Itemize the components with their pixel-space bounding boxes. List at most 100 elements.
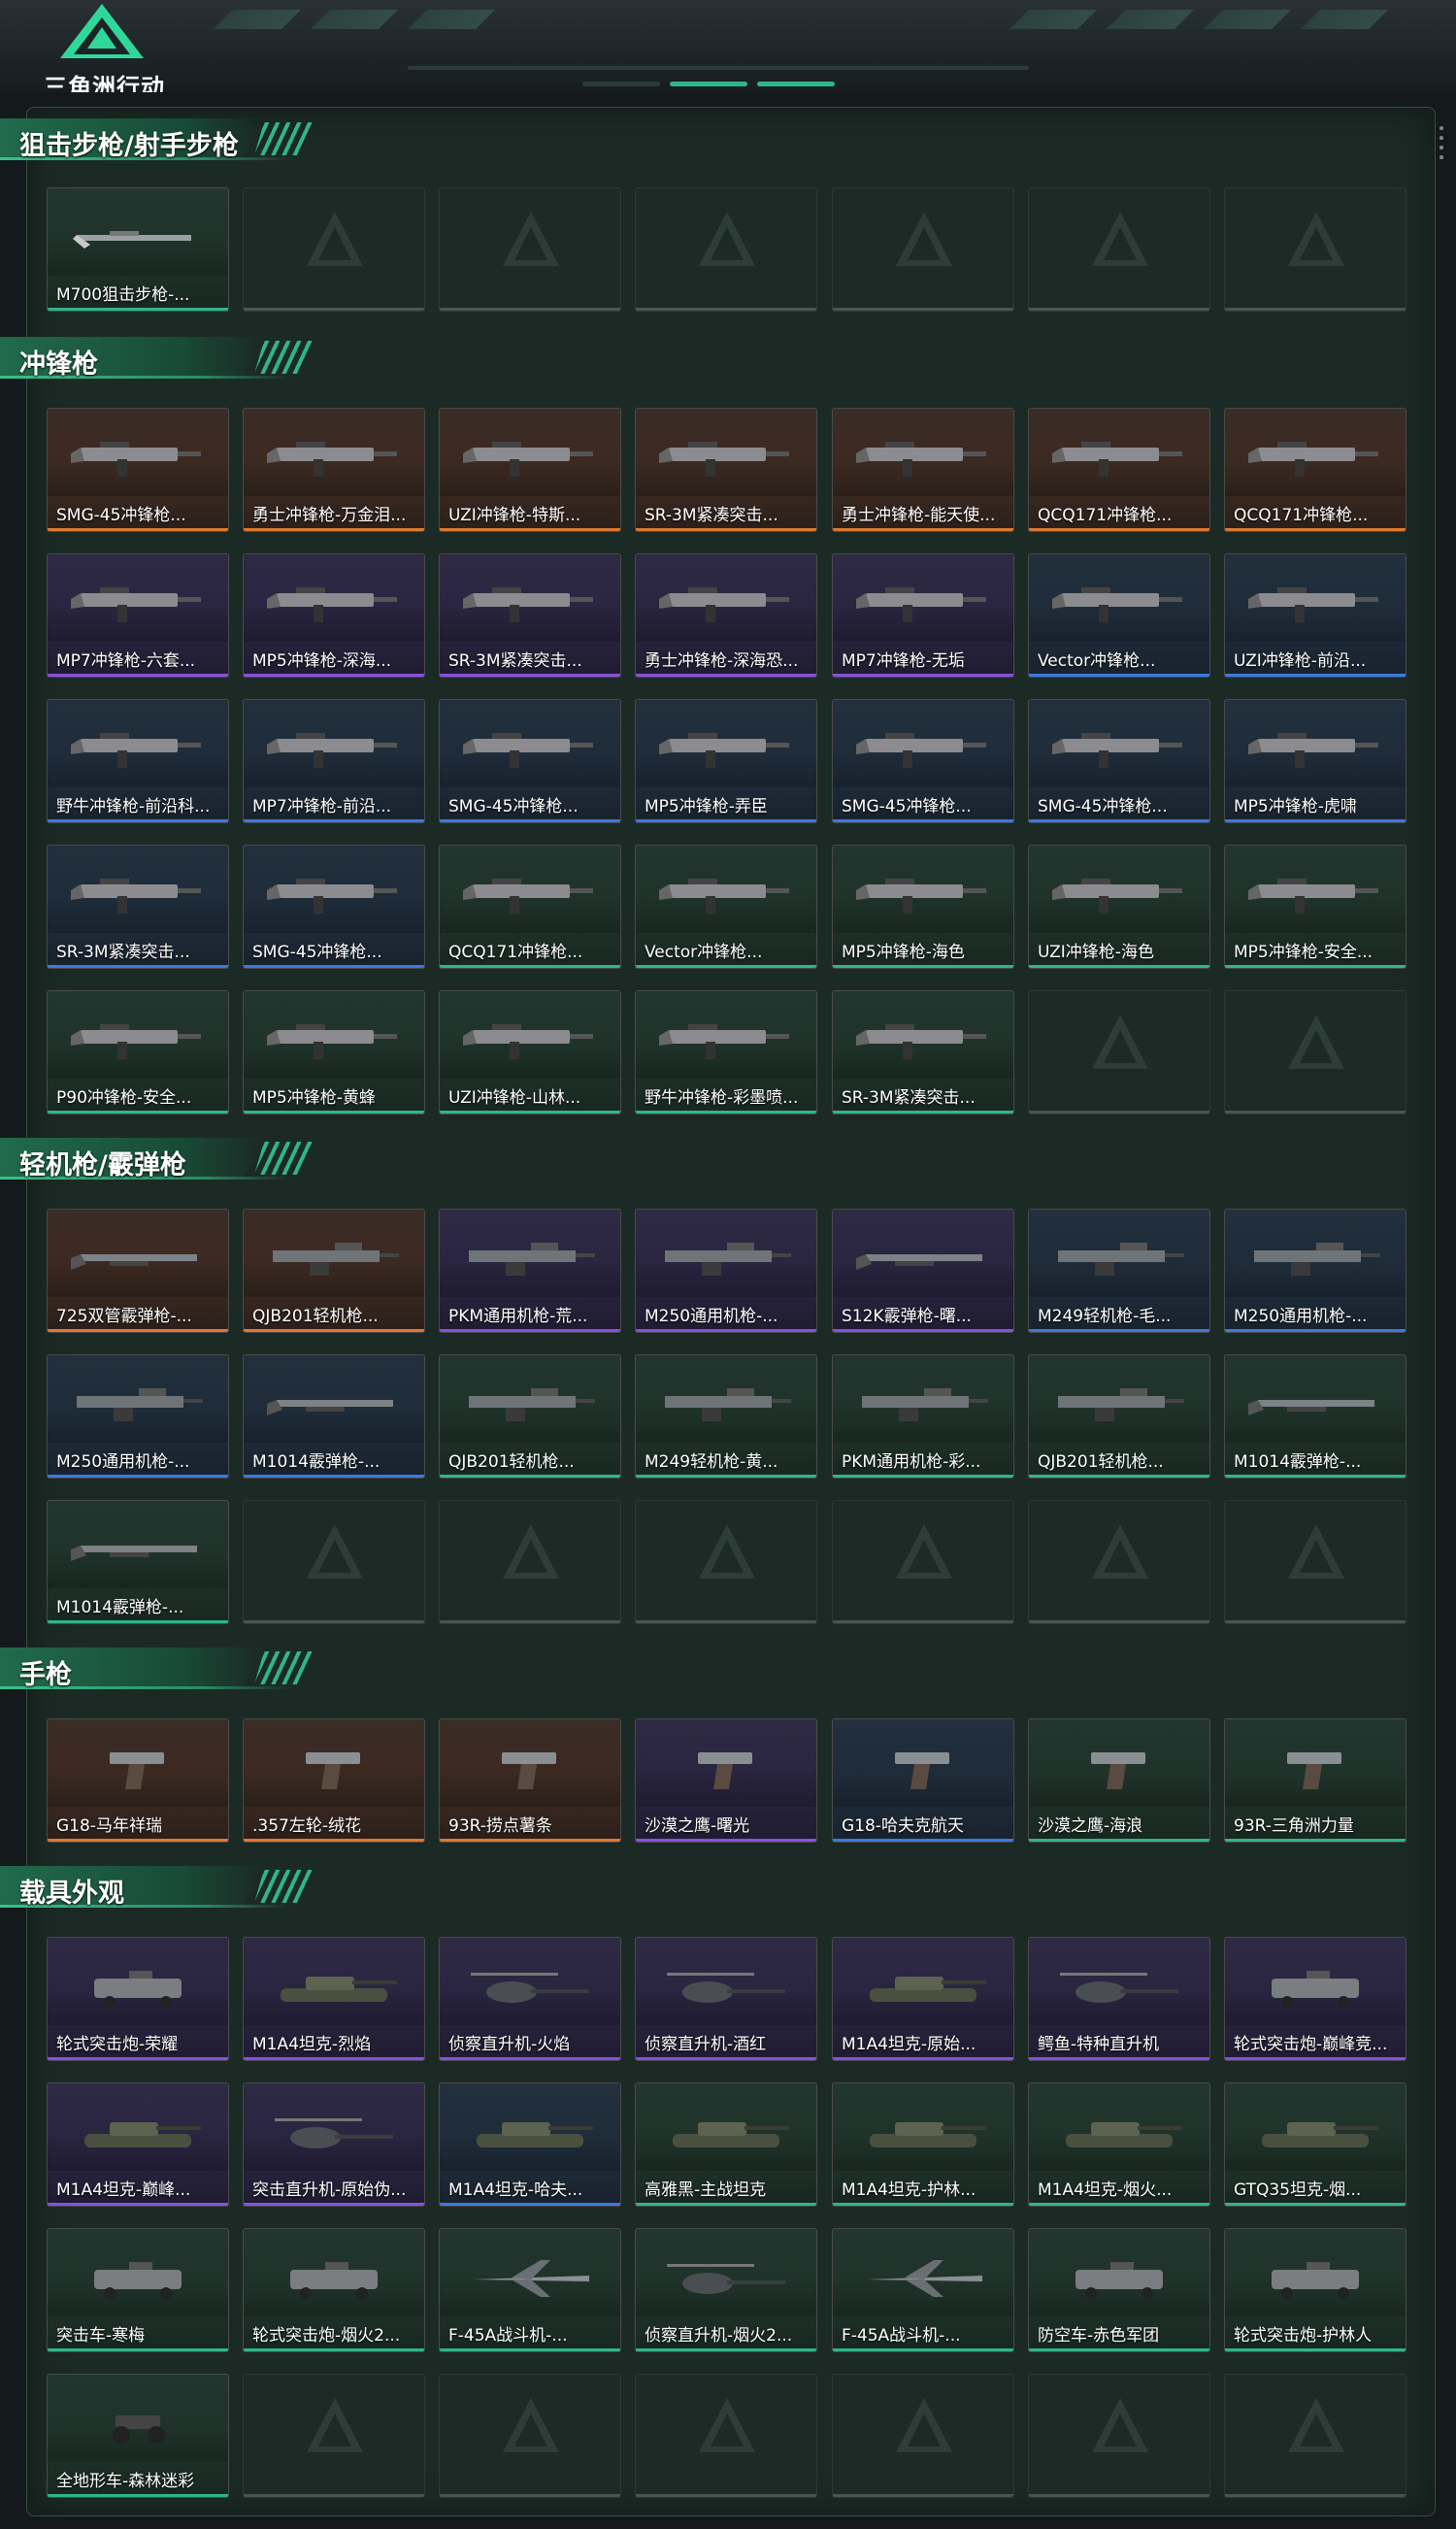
collection-item-card[interactable]: 侦察直升机-酒红 (635, 1937, 817, 2061)
collection-item-card[interactable]: Vector冲锋枪... (635, 845, 817, 969)
collection-item-card[interactable]: SMG-45冲锋枪... (439, 699, 621, 823)
collection-item-card[interactable]: 93R-三角洲力量 (1224, 1718, 1406, 1843)
collection-item-card[interactable]: SMG-45冲锋枪... (47, 408, 229, 532)
collection-item-card[interactable]: M249轻机枪-毛... (1028, 1209, 1210, 1333)
item-name: QCQ171冲锋枪... (1038, 506, 1173, 525)
collection-item-card[interactable]: 突击直升机-原始伪... (243, 2082, 425, 2207)
collection-item-card[interactable]: M1014霰弹枪-... (47, 1500, 229, 1624)
collection-item-card[interactable]: MP5冲锋枪-深海... (243, 553, 425, 678)
collection-item-card[interactable]: SR-3M紧凑突击... (832, 990, 1014, 1115)
collection-item-card[interactable]: 防空车-赤色军团 (1028, 2228, 1210, 2352)
item-name: M1014霰弹枪-... (1234, 1452, 1362, 1472)
collection-item-card[interactable]: MP7冲锋枪-前沿... (243, 699, 425, 823)
collection-item-card[interactable]: QJB201轻机枪... (1028, 1354, 1210, 1479)
delta-watermark-icon (1288, 2398, 1344, 2452)
collection-item-card[interactable]: 沙漠之鹰-曙光 (635, 1718, 817, 1843)
collection-item-card[interactable]: 轮式突击炮-荣耀 (47, 1937, 229, 2061)
collection-item-card[interactable]: 725双管霰弹枪-... (47, 1209, 229, 1333)
collection-item-card[interactable]: UZI冲锋枪-前沿... (1224, 553, 1406, 678)
collection-item-card[interactable]: M1014霰弹枪-... (1224, 1354, 1406, 1479)
collection-item-card[interactable]: M700狙击步枪-... (47, 187, 229, 312)
rarity-bar (48, 2203, 228, 2206)
item-name: QJB201轻机枪... (252, 1307, 379, 1326)
tank-icon (1066, 2122, 1182, 2147)
collection-item-card[interactable]: M1A4坦克-烟火... (1028, 2082, 1210, 2207)
collection-item-card[interactable]: M1A4坦克-护林... (832, 2082, 1014, 2207)
collection-item-card[interactable]: QCQ171冲锋枪... (439, 845, 621, 969)
collection-item-card[interactable]: F-45A战斗机-... (439, 2228, 621, 2352)
collection-item-card[interactable]: 轮式突击炮-巅峰竞... (1224, 1937, 1406, 2061)
collection-item-card[interactable]: 沙漠之鹰-海浪 (1028, 1718, 1210, 1843)
collection-item-card[interactable]: M250通用机枪-... (635, 1209, 817, 1333)
collection-item-card[interactable]: 鳄鱼-特种直升机 (1028, 1937, 1210, 2061)
item-name: M249轻机枪-毛... (1038, 1307, 1172, 1326)
collection-item-card[interactable]: MP7冲锋枪-六套... (47, 553, 229, 678)
collection-item-card[interactable]: 勇士冲锋枪-能天使... (832, 408, 1014, 532)
rarity-bar (48, 965, 228, 968)
collection-item-card[interactable]: MP7冲锋枪-无垢 (832, 553, 1014, 678)
collection-item-card[interactable]: 轮式突击炮-烟火2... (243, 2228, 425, 2352)
item-name: MP7冲锋枪-六套... (56, 651, 196, 671)
collection-item-card[interactable]: QJB201轻机枪... (439, 1354, 621, 1479)
collection-item-card[interactable]: SR-3M紧凑突击... (47, 845, 229, 969)
collection-item-card[interactable]: SMG-45冲锋枪... (1028, 699, 1210, 823)
top-banner: 三角洲行动 (0, 0, 1456, 92)
collection-item-card[interactable]: Vector冲锋枪... (1028, 553, 1210, 678)
collection-item-card[interactable]: 轮式突击炮-护林人 (1224, 2228, 1406, 2352)
collection-item-card[interactable]: 全地形车-森林迷彩 (47, 2374, 229, 2498)
collection-item-card[interactable]: 野牛冲锋枪-彩墨喷... (635, 990, 817, 1115)
rarity-bar (440, 1111, 620, 1114)
collection-item-card[interactable]: F-45A战斗机-... (832, 2228, 1014, 2352)
collection-item-card[interactable]: P90冲锋枪-安全... (47, 990, 229, 1115)
collection-item-card[interactable]: 勇士冲锋枪-深海恐... (635, 553, 817, 678)
collection-item-card[interactable]: PKM通用机枪-彩... (832, 1354, 1014, 1479)
collection-item-card[interactable]: M250通用机枪-... (47, 1354, 229, 1479)
collection-item-card[interactable]: MP5冲锋枪-黄蜂 (243, 990, 425, 1115)
collection-item-card[interactable]: .357左轮-绒花 (243, 1718, 425, 1843)
collection-item-card[interactable]: PKM通用机枪-荒... (439, 1209, 621, 1333)
collection-item-card[interactable]: UZI冲锋枪-特斯... (439, 408, 621, 532)
collection-item-card[interactable]: 高雅黑-主战坦克 (635, 2082, 817, 2207)
collection-item-card[interactable]: MP5冲锋枪-海色 (832, 845, 1014, 969)
collection-item-card[interactable]: M1A4坦克-原始... (832, 1937, 1014, 2061)
collection-item-card[interactable]: M1014霰弹枪-... (243, 1354, 425, 1479)
collection-item-card[interactable]: QJB201轻机枪... (243, 1209, 425, 1333)
rarity-bar (440, 2203, 620, 2206)
smg-icon (1248, 879, 1378, 914)
rarity-bar (833, 2203, 1013, 2206)
collection-item-card[interactable]: 突击车-寒梅 (47, 2228, 229, 2352)
collection-item-card[interactable]: M250通用机枪-... (1224, 1209, 1406, 1333)
collection-item-card[interactable]: 93R-捞点薯条 (439, 1718, 621, 1843)
collection-item-card[interactable]: G18-哈夫克航天 (832, 1718, 1014, 1843)
lmg-icon (1058, 1243, 1184, 1276)
collection-item-card[interactable]: SMG-45冲锋枪... (243, 845, 425, 969)
collection-item-card[interactable]: QCQ171冲锋枪... (1224, 408, 1406, 532)
collection-item-card[interactable]: 野牛冲锋枪-前沿科... (47, 699, 229, 823)
collection-item-card[interactable]: S12K霰弹枪-曙... (832, 1209, 1014, 1333)
collection-item-card[interactable]: M1A4坦克-烈焰 (243, 1937, 425, 2061)
collection-item-card[interactable]: M249轻机枪-黄... (635, 1354, 817, 1479)
collection-item-card[interactable]: 侦察直升机-火焰 (439, 1937, 621, 2061)
collection-item-card[interactable]: UZI冲锋枪-山林... (439, 990, 621, 1115)
scrollbar-handle[interactable] (1439, 126, 1443, 165)
collection-item-card[interactable]: SMG-45冲锋枪... (832, 699, 1014, 823)
collection-item-card[interactable]: QCQ171冲锋枪... (1028, 408, 1210, 532)
collection-item-card[interactable]: GTQ35坦克-烟... (1224, 2082, 1406, 2207)
collection-item-card[interactable]: SR-3M紧凑突击... (439, 553, 621, 678)
collection-item-card[interactable]: M1A4坦克-哈夫... (439, 2082, 621, 2207)
item-name: S12K霰弹枪-曙... (842, 1307, 972, 1326)
rarity-bar (440, 2348, 620, 2351)
rarity-bar (636, 1111, 816, 1114)
collection-item-card[interactable]: MP5冲锋枪-虎啸 (1224, 699, 1406, 823)
empty-slot (439, 1500, 621, 1624)
item-name: M1A4坦克-哈夫... (448, 2180, 583, 2200)
collection-item-card[interactable]: M1A4坦克-巅峰... (47, 2082, 229, 2207)
collection-item-card[interactable]: SR-3M紧凑突击... (635, 408, 817, 532)
collection-item-card[interactable]: MP5冲锋枪-弄臣 (635, 699, 817, 823)
banner-stripe (214, 10, 301, 29)
collection-item-card[interactable]: 侦察直升机-烟火2... (635, 2228, 817, 2352)
collection-item-card[interactable]: G18-马年祥瑞 (47, 1718, 229, 1843)
collection-item-card[interactable]: MP5冲锋枪-安全... (1224, 845, 1406, 969)
collection-item-card[interactable]: UZI冲锋枪-海色 (1028, 845, 1210, 969)
collection-item-card[interactable]: 勇士冲锋枪-万金泪... (243, 408, 425, 532)
